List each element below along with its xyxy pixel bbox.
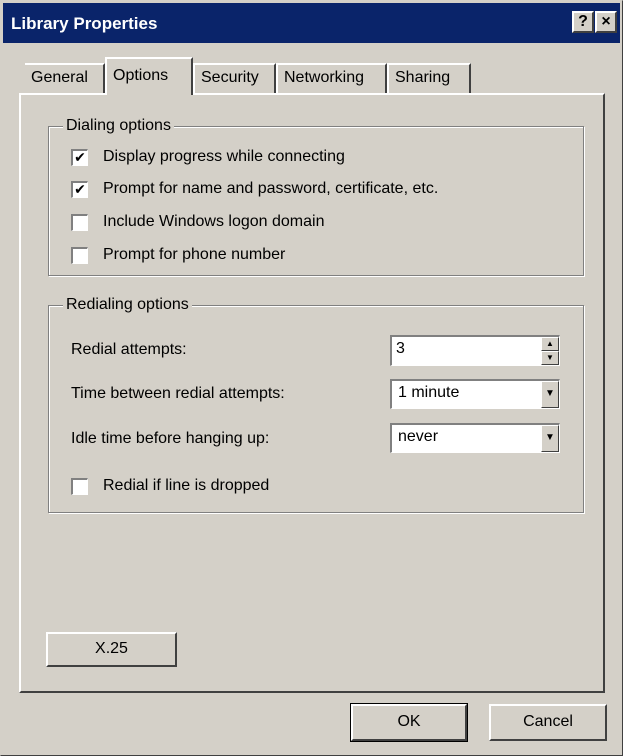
x25-button-label: X.25 [95, 640, 128, 657]
redialing-options-group: Redialing options Redial attempts: 3 ▲ ▼… [48, 295, 584, 513]
title-bar[interactable]: Library Properties ? × [3, 3, 620, 43]
prompt-phone-label: Prompt for phone number [103, 246, 286, 263]
ok-button[interactable]: OK [350, 703, 468, 742]
redialing-options-title: Redialing options [63, 295, 192, 315]
display-progress-label: Display progress while connecting [103, 148, 345, 165]
include-logon-domain-label: Include Windows logon domain [103, 213, 325, 230]
tab-options-label: Options [113, 67, 169, 84]
time-between-select[interactable]: 1 minute ▼ [390, 379, 560, 409]
idle-time-value: never [398, 428, 439, 445]
spin-down-icon[interactable]: ▼ [541, 351, 559, 365]
redial-attempts-value: 3 [396, 340, 405, 357]
redial-dropped-label: Redial if line is dropped [103, 477, 270, 494]
tab-security[interactable]: Security [193, 63, 276, 93]
close-button[interactable]: × [595, 11, 617, 33]
redial-attempts-spinner[interactable]: 3 ▲ ▼ [390, 335, 560, 366]
prompt-credentials-label: Prompt for name and password, certificat… [103, 180, 439, 197]
x25-button[interactable]: X.25 [46, 632, 177, 667]
time-between-value: 1 minute [398, 384, 460, 401]
window-title: Library Properties [11, 14, 158, 33]
redial-dropped-checkbox[interactable] [71, 478, 88, 495]
tab-networking[interactable]: Networking [276, 63, 387, 93]
prompt-phone-checkbox[interactable] [71, 247, 88, 264]
tab-sharing[interactable]: Sharing [387, 63, 471, 93]
tab-networking-label: Networking [284, 69, 365, 86]
prompt-credentials-checkbox[interactable]: ✔ [71, 181, 88, 198]
library-properties-dialog: Library Properties ? × General Options S… [0, 0, 623, 756]
cancel-button-label: Cancel [523, 713, 573, 730]
tab-general[interactable]: General [25, 63, 105, 93]
dialing-options-group: Dialing options ✔ Display progress while… [48, 116, 584, 276]
spinner-arrows: ▲ ▼ [541, 337, 559, 365]
tab-security-label: Security [201, 69, 259, 86]
idle-time-label: Idle time before hanging up: [71, 430, 270, 447]
redial-attempts-label: Redial attempts: [71, 341, 187, 358]
include-logon-domain-checkbox[interactable] [71, 214, 88, 231]
dialing-options-title: Dialing options [63, 116, 174, 136]
chevron-down-icon[interactable]: ▼ [541, 381, 559, 408]
close-icon: × [601, 13, 611, 30]
options-panel: Dialing options ✔ Display progress while… [19, 93, 605, 693]
cancel-button[interactable]: Cancel [489, 704, 607, 741]
help-button[interactable]: ? [572, 11, 594, 33]
help-icon: ? [578, 13, 588, 30]
idle-time-select[interactable]: never ▼ [390, 423, 560, 453]
tab-options[interactable]: Options [105, 57, 193, 95]
ok-button-label: OK [397, 713, 421, 730]
spin-up-icon[interactable]: ▲ [541, 337, 559, 351]
tab-general-label: General [31, 69, 88, 86]
chevron-down-icon[interactable]: ▼ [541, 425, 559, 452]
display-progress-checkbox[interactable]: ✔ [71, 149, 88, 166]
time-between-label: Time between redial attempts: [71, 385, 285, 402]
tab-sharing-label: Sharing [395, 69, 451, 86]
